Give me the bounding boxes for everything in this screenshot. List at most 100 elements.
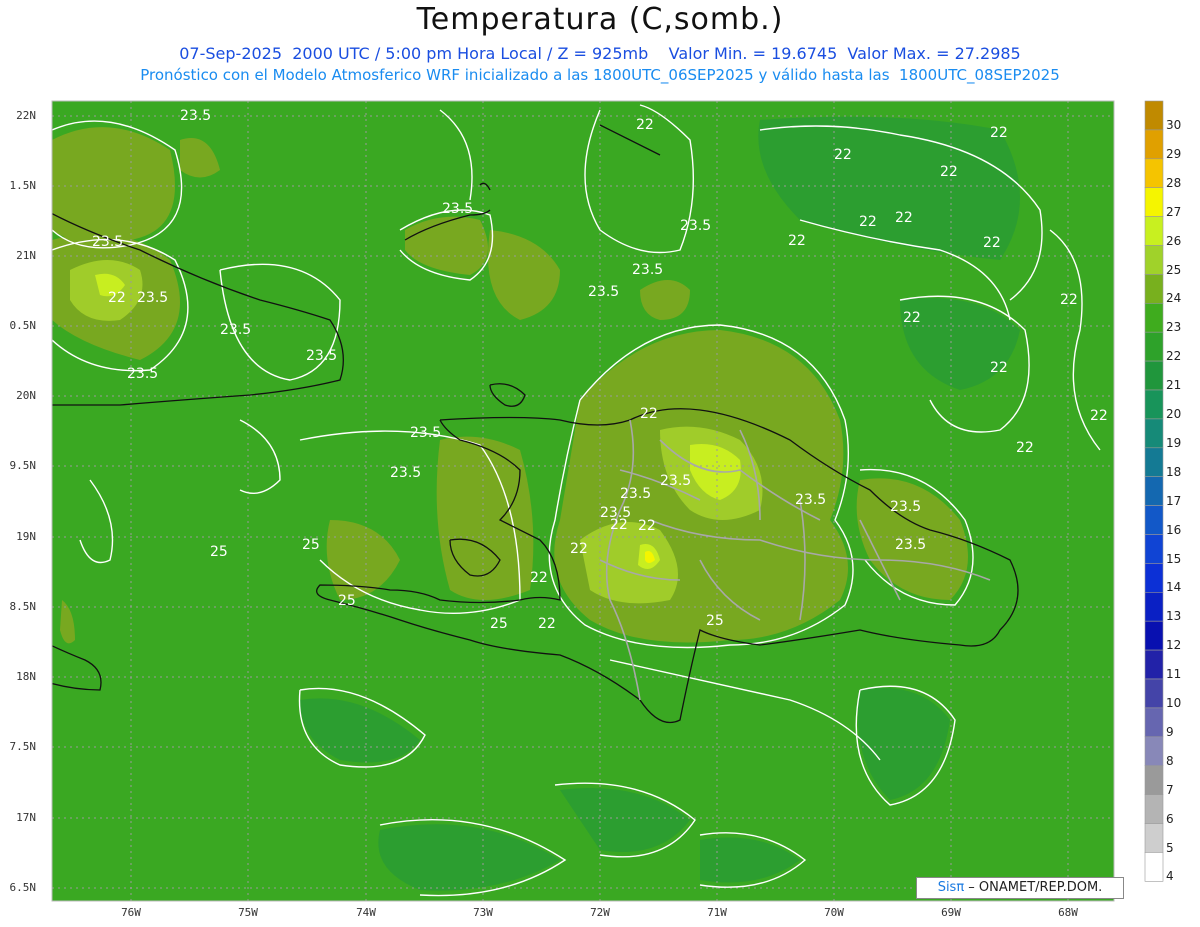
colorbar-label: 11 (1166, 667, 1182, 682)
colorbar-segment (1144, 158, 1164, 189)
contour-label: 23.5 (632, 262, 663, 278)
colorbar-label: 22 (1166, 349, 1182, 364)
colorbar-segment (1144, 534, 1164, 564)
lon-label: 73W (473, 906, 493, 919)
contour-label: 25 (210, 544, 228, 560)
lon-label: 71W (707, 906, 727, 919)
contour-label: 23.5 (390, 465, 421, 481)
contour-label: 22 (638, 518, 656, 534)
colorbar-label: 20 (1166, 407, 1182, 421)
contour-label: 22 (940, 164, 958, 180)
lat-label: 17N (16, 811, 36, 824)
contour-label: 23.5 (680, 218, 711, 234)
contour-label: 23.5 (220, 322, 251, 338)
colorbar-segment (1144, 591, 1164, 622)
contour-label: 23.5 (180, 108, 211, 124)
colorbar-segment (1144, 649, 1164, 680)
lon-label: 75W (238, 906, 258, 919)
colorbar-label: 13 (1166, 609, 1182, 624)
contour-label: 22 (1060, 292, 1078, 308)
colorbar-label: 16 (1166, 522, 1182, 537)
contour-label: 22 (108, 290, 126, 306)
colorbar-segment (1144, 476, 1164, 506)
colorbar-segment (1144, 418, 1164, 449)
colorbar-segment (1144, 100, 1164, 131)
contour-label: 25 (338, 593, 356, 609)
lat-label: 7.5N (9, 740, 37, 753)
lat-label: 18N (16, 670, 36, 683)
credit-text: – ONAMET/REP.DOM. (964, 880, 1103, 895)
colorbar-label: 15 (1166, 551, 1182, 566)
colorbar-segment (1144, 216, 1164, 246)
lat-label: 21N (16, 249, 36, 262)
contour-label: 22 (903, 310, 921, 326)
lat-label: 1.5N (9, 179, 37, 192)
colorbar-segment (1144, 187, 1164, 217)
colorbar (1144, 100, 1164, 882)
lon-label: 69W (941, 906, 961, 919)
colorbar-segment (1144, 678, 1164, 709)
lon-label: 70W (824, 906, 844, 919)
contour-label: 22 (834, 147, 852, 163)
colorbar-label: 14 (1166, 580, 1182, 595)
lon-label: 72W (590, 906, 610, 919)
contour-label: 23.5 (127, 366, 158, 382)
colorbar-label: 28 (1166, 175, 1182, 190)
lat-label: 20N (16, 389, 36, 402)
colorbar-label: 23 (1166, 320, 1182, 335)
colorbar-segment (1144, 274, 1164, 304)
contour-label: 22 (895, 210, 913, 226)
colorbar-segment (1144, 765, 1164, 795)
contour-label: 22 (640, 406, 658, 422)
contour-label: 22 (610, 517, 628, 533)
contour-label: 23.5 (895, 537, 926, 553)
contour-label: 22 (990, 360, 1008, 376)
colorbar-segment (1144, 505, 1164, 535)
contour-label: 22 (983, 235, 1001, 251)
lat-label: 0.5N (9, 319, 37, 332)
lat-label: 22N (16, 109, 36, 122)
colorbar-label: 27 (1166, 204, 1182, 219)
colorbar-label: 30 (1166, 118, 1182, 132)
colorbar-label: 10 (1166, 696, 1182, 710)
colorbar-label: 25 (1166, 262, 1182, 277)
contour-label: 25 (490, 616, 508, 632)
colorbar-segment (1144, 563, 1164, 593)
contour-label: 25 (302, 537, 320, 553)
contour-label: 22 (530, 570, 548, 586)
colorbar-label: 7 (1166, 782, 1174, 797)
credit-box: Sisπ – ONAMET/REP.DOM. (916, 877, 1124, 899)
contour-label: 23.5 (890, 499, 921, 515)
contour-label: 23.5 (92, 234, 123, 250)
contour-label: 23.5 (410, 425, 441, 441)
contour-label: 23.5 (660, 473, 691, 489)
lon-label: 68W (1058, 906, 1078, 919)
colorbar-label: 21 (1166, 378, 1182, 393)
lat-label: 19N (16, 530, 36, 543)
colorbar-label: 12 (1166, 638, 1182, 653)
lat-label: 9.5N (9, 459, 37, 472)
contour-label: 22 (990, 125, 1008, 141)
colorbar-segment (1144, 245, 1164, 275)
contour-label: 23.5 (795, 492, 826, 508)
colorbar-segment (1144, 707, 1164, 738)
contour-label: 22 (570, 541, 588, 557)
colorbar-label: 24 (1166, 291, 1182, 306)
contour-label: 22 (859, 214, 877, 230)
contour-label: 22 (636, 117, 654, 133)
colorbar-segment (1144, 794, 1164, 824)
contour-label: 22 (788, 233, 806, 249)
contour-label: 23.5 (442, 201, 473, 217)
colorbar-label: 29 (1166, 146, 1182, 161)
colorbar-segment (1144, 302, 1164, 333)
contour-label: 23.5 (306, 348, 337, 364)
colorbar-segment (1144, 823, 1164, 853)
colorbar-label: 18 (1166, 464, 1182, 479)
colorbar-label: 26 (1166, 233, 1182, 248)
colorbar-segment (1144, 852, 1164, 882)
contour-label: 23.5 (620, 486, 651, 502)
colorbar-segment (1144, 620, 1164, 651)
contour-label: 25 (706, 613, 724, 629)
colorbar-segment (1144, 447, 1164, 477)
colorbar-label: 17 (1166, 493, 1182, 508)
